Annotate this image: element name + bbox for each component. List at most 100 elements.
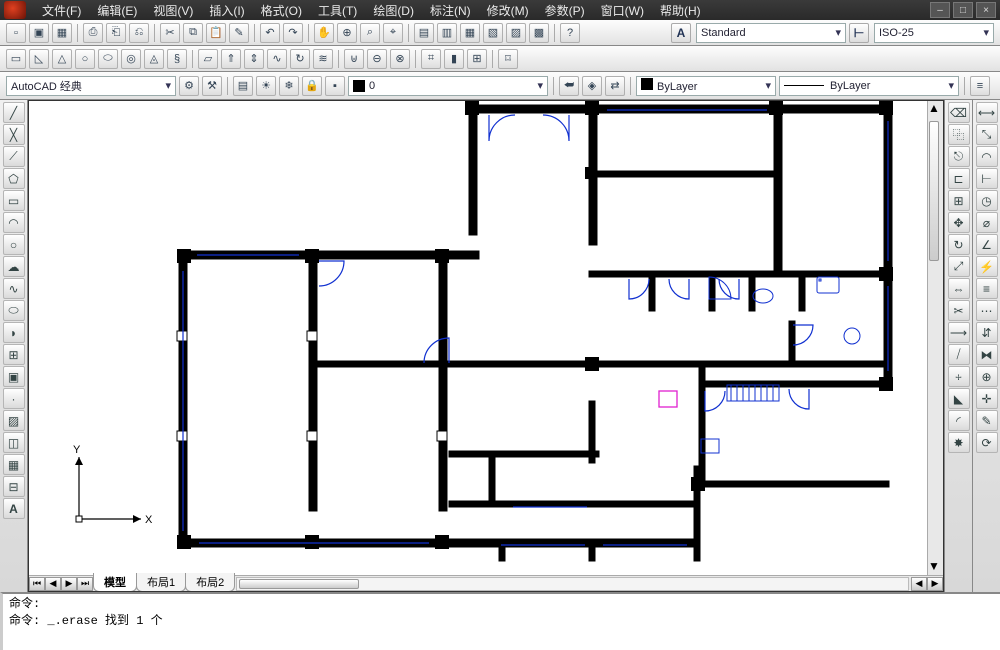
dim-linear-tool[interactable]: ⟷ <box>976 102 998 123</box>
scroll-down-button[interactable]: ▼ <box>928 559 942 575</box>
menu-view[interactable]: 视图(V) <box>145 0 201 21</box>
chamfer-tool[interactable]: ◣ <box>948 388 970 409</box>
new-button[interactable]: ▫ <box>6 23 26 43</box>
maximize-button[interactable]: □ <box>953 2 973 18</box>
menu-file[interactable]: 文件(F) <box>34 0 89 21</box>
menu-edit[interactable]: 编辑(E) <box>89 0 145 21</box>
text-style-icon[interactable]: A <box>671 23 691 43</box>
circle-tool[interactable]: ○ <box>3 234 25 255</box>
open-button[interactable]: ▣ <box>29 23 49 43</box>
extrude-button[interactable]: ⇑ <box>221 49 241 69</box>
section-button[interactable]: ⌑ <box>498 49 518 69</box>
array-tool[interactable]: ⊞ <box>948 190 970 211</box>
hscroll-thumb[interactable] <box>239 579 359 589</box>
erase-tool[interactable]: ⌫ <box>948 102 970 123</box>
app-icon[interactable] <box>4 1 26 19</box>
undo-button[interactable]: ↶ <box>260 23 280 43</box>
workspace-combo[interactable]: AutoCAD 经典▾ <box>6 76 176 96</box>
tool-palettes-button[interactable]: ▦ <box>460 23 480 43</box>
scale-tool[interactable]: ⤢ <box>948 256 970 277</box>
layer-combo[interactable]: 0 ▾ <box>348 76 548 96</box>
move-tool[interactable]: ✥ <box>948 212 970 233</box>
rotate-tool[interactable]: ↻ <box>948 234 970 255</box>
point-tool[interactable]: · <box>3 388 25 409</box>
presspull-button[interactable]: ⇕ <box>244 49 264 69</box>
selected-object[interactable] <box>659 391 677 407</box>
menu-modify[interactable]: 修改(M) <box>479 0 537 21</box>
extend-tool[interactable]: ⟶ <box>948 322 970 343</box>
markup-button[interactable]: ▨ <box>506 23 526 43</box>
layer-color-button[interactable]: ▪ <box>325 76 345 96</box>
mtext-tool[interactable]: A <box>3 498 25 519</box>
copy-tool[interactable]: ⿻ <box>948 124 970 145</box>
menu-window[interactable]: 窗口(W) <box>593 0 652 21</box>
dim-style-combo[interactable]: ISO-25▾ <box>874 23 994 43</box>
dim-baseline-tool[interactable]: ≡ <box>976 278 998 299</box>
sweep-button[interactable]: ∿ <box>267 49 287 69</box>
layer-isolate-button[interactable]: ◈ <box>582 76 602 96</box>
layer-states-button[interactable]: ☀ <box>256 76 276 96</box>
print-button[interactable]: ⎙ <box>83 23 103 43</box>
menu-help[interactable]: 帮助(H) <box>652 0 709 21</box>
helix-button[interactable]: § <box>167 49 187 69</box>
box-button[interactable]: ▭ <box>6 49 26 69</box>
pan-button[interactable]: ✋ <box>314 23 334 43</box>
rectangle-tool[interactable]: ▭ <box>3 190 25 211</box>
menu-draw[interactable]: 绘图(D) <box>365 0 422 21</box>
stretch-tool[interactable]: ⇔ <box>948 278 970 299</box>
dim-break-tool[interactable]: ⧓ <box>976 344 998 365</box>
trim-tool[interactable]: ✂ <box>948 300 970 321</box>
model-tab[interactable]: 模型 <box>93 573 137 592</box>
dim-edit-tool[interactable]: ✎ <box>976 410 998 431</box>
layer-lock-button[interactable]: 🔒 <box>302 76 322 96</box>
thicken-button[interactable]: ▮ <box>444 49 464 69</box>
layer-walk-button[interactable]: ⇄ <box>605 76 625 96</box>
ellipse-tool[interactable]: ⬭ <box>3 300 25 321</box>
scroll-up-button[interactable]: ▲ <box>928 101 942 117</box>
subtract-button[interactable]: ⊖ <box>367 49 387 69</box>
dim-continue-tool[interactable]: ⋯ <box>976 300 998 321</box>
hatch-tool[interactable]: ▨ <box>3 410 25 431</box>
dim-diameter-tool[interactable]: ⌀ <box>976 212 998 233</box>
line-tool[interactable]: ╱ <box>3 102 25 123</box>
layer-off-button[interactable]: ❄ <box>279 76 299 96</box>
mirror-tool[interactable]: ⎋ <box>948 146 970 167</box>
properties-button[interactable]: ▤ <box>414 23 434 43</box>
dim-radius-tool[interactable]: ◷ <box>976 190 998 211</box>
dim-angular-tool[interactable]: ∠ <box>976 234 998 255</box>
dim-space-tool[interactable]: ⇵ <box>976 322 998 343</box>
intersect-button[interactable]: ⊗ <box>390 49 410 69</box>
torus-button[interactable]: ◎ <box>121 49 141 69</box>
scroll-right-button[interactable]: ▶ <box>927 577 943 591</box>
redo-button[interactable]: ↷ <box>283 23 303 43</box>
break-tool[interactable]: ⧸ <box>948 344 970 365</box>
fillet-tool[interactable]: ◜ <box>948 410 970 431</box>
dim-update-tool[interactable]: ⟳ <box>976 432 998 453</box>
wedge-button[interactable]: ◺ <box>29 49 49 69</box>
tab-first-button[interactable]: ⏮ <box>29 577 45 591</box>
insert-block-tool[interactable]: ⊞ <box>3 344 25 365</box>
help-button[interactable]: ? <box>560 23 580 43</box>
imprint-button[interactable]: ⊞ <box>467 49 487 69</box>
tab-next-button[interactable]: ▶ <box>61 577 77 591</box>
sphere-button[interactable]: ○ <box>75 49 95 69</box>
close-button[interactable]: × <box>976 2 996 18</box>
center-mark-tool[interactable]: ✛ <box>976 388 998 409</box>
hscroll-track[interactable] <box>236 577 909 591</box>
xline-tool[interactable]: ╳ <box>3 124 25 145</box>
text-style-combo[interactable]: Standard▾ <box>696 23 846 43</box>
planar-button[interactable]: ▱ <box>198 49 218 69</box>
offset-tool[interactable]: ⊏ <box>948 168 970 189</box>
dim-style-icon[interactable]: ⊢ <box>849 23 869 43</box>
zoom-window-button[interactable]: ⌕ <box>360 23 380 43</box>
revolve-button[interactable]: ↻ <box>290 49 310 69</box>
table-tool[interactable]: ⊟ <box>3 476 25 497</box>
save-button[interactable]: ▦ <box>52 23 72 43</box>
calc-button[interactable]: ▩ <box>529 23 549 43</box>
arc-tool[interactable]: ◠ <box>3 212 25 233</box>
layer-manager-button[interactable]: ▤ <box>233 76 253 96</box>
minimize-button[interactable]: – <box>930 2 950 18</box>
scroll-left-button[interactable]: ◀ <box>911 577 927 591</box>
zoom-realtime-button[interactable]: ⊕ <box>337 23 357 43</box>
publish-button[interactable]: ⎌ <box>129 23 149 43</box>
